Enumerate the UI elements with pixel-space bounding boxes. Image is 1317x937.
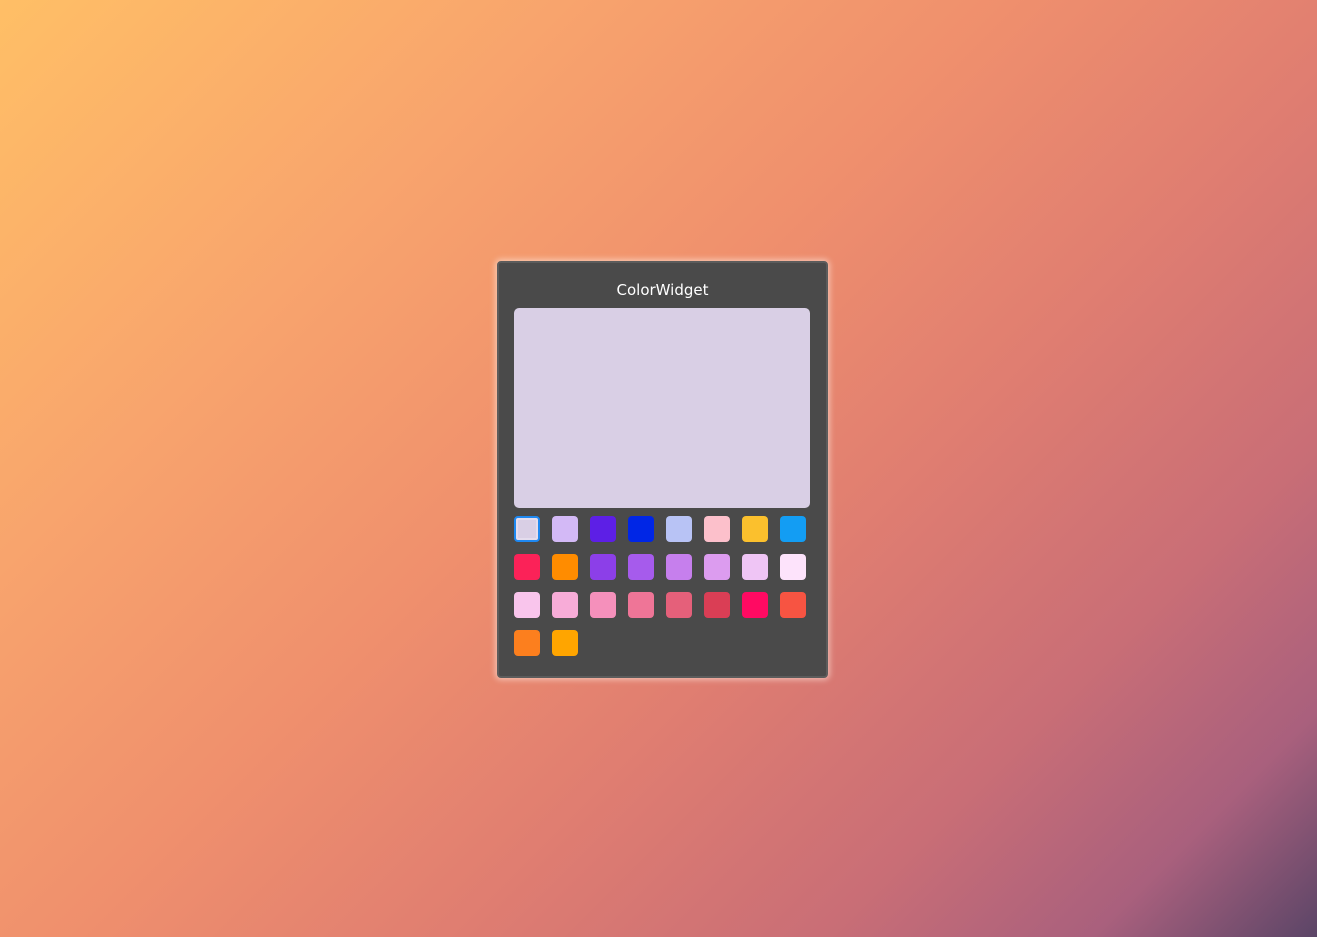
- color-swatch[interactable]: [552, 592, 578, 618]
- color-swatch[interactable]: [704, 516, 730, 542]
- color-preview: [514, 308, 810, 508]
- color-swatch[interactable]: [780, 516, 806, 542]
- color-swatch[interactable]: [666, 592, 692, 618]
- color-swatch[interactable]: [704, 554, 730, 580]
- color-swatch[interactable]: [742, 554, 768, 580]
- color-swatch[interactable]: [514, 516, 540, 542]
- color-swatch[interactable]: [628, 516, 654, 542]
- color-swatch[interactable]: [552, 554, 578, 580]
- color-swatch[interactable]: [514, 630, 540, 656]
- color-swatch[interactable]: [704, 592, 730, 618]
- color-swatch[interactable]: [780, 592, 806, 618]
- color-widget: ColorWidget: [497, 261, 828, 678]
- color-swatch[interactable]: [666, 554, 692, 580]
- color-swatch[interactable]: [590, 516, 616, 542]
- color-swatch[interactable]: [628, 592, 654, 618]
- color-swatch[interactable]: [590, 554, 616, 580]
- color-swatch[interactable]: [628, 554, 654, 580]
- widget-title: ColorWidget: [616, 281, 709, 299]
- color-swatch[interactable]: [742, 516, 768, 542]
- color-swatch[interactable]: [514, 592, 540, 618]
- color-swatch[interactable]: [666, 516, 692, 542]
- color-swatch[interactable]: [742, 592, 768, 618]
- color-swatch[interactable]: [590, 592, 616, 618]
- color-swatch[interactable]: [552, 630, 578, 656]
- color-swatch[interactable]: [780, 554, 806, 580]
- color-swatch[interactable]: [552, 516, 578, 542]
- color-swatch[interactable]: [514, 554, 540, 580]
